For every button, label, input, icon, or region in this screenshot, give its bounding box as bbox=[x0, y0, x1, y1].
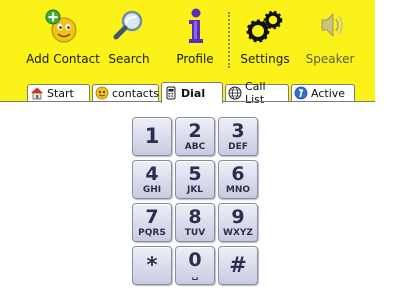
profile-button[interactable]: Profile bbox=[172, 6, 218, 76]
dial-key-2[interactable]: 2 ABC bbox=[175, 117, 215, 156]
search-button[interactable]: Search bbox=[106, 6, 152, 76]
tab-call-list-label: Call List bbox=[245, 80, 266, 106]
dial-key-digit: 0 bbox=[188, 249, 202, 271]
dial-key-digit: 9 bbox=[231, 206, 245, 228]
dial-key-digit: # bbox=[229, 253, 247, 277]
dial-key-4[interactable]: 4 GHI bbox=[132, 160, 172, 199]
tab-call-list[interactable]: Call List bbox=[225, 80, 289, 106]
dial-key-star[interactable]: * bbox=[132, 246, 172, 285]
dial-key-5[interactable]: 5 JKL bbox=[175, 160, 215, 199]
dial-pad: 1 2 ABC 3 DEF 4 GHI 5 JKL 6 MNO 7 PQRS 8 bbox=[130, 117, 262, 285]
speaker-icon bbox=[310, 6, 350, 46]
dial-key-digit: 7 bbox=[145, 206, 159, 228]
window-margin bbox=[375, 0, 400, 290]
active-call-icon bbox=[294, 86, 308, 100]
search-label: Search bbox=[108, 52, 150, 66]
dial-key-digit: 2 bbox=[188, 120, 202, 142]
dial-key-digit: * bbox=[146, 253, 158, 277]
settings-label: Settings bbox=[240, 52, 290, 66]
space-icon: ␣ bbox=[191, 271, 199, 281]
dial-key-3[interactable]: 3 DEF bbox=[218, 117, 258, 156]
dial-key-letters: GHI bbox=[142, 185, 162, 195]
tab-start-label: Start bbox=[47, 86, 74, 100]
dial-key-letters: DEF bbox=[228, 142, 248, 152]
dial-key-letters: WXYZ bbox=[223, 228, 253, 238]
search-magnifier-icon bbox=[109, 6, 149, 46]
tab-start[interactable]: Start bbox=[27, 84, 90, 101]
tab-contacts-label: contacts bbox=[112, 86, 159, 100]
dial-key-hash[interactable]: # bbox=[218, 246, 258, 285]
dial-key-letters: PQRS bbox=[138, 228, 166, 238]
tab-dial-label: Dial bbox=[181, 86, 206, 100]
globe-icon bbox=[228, 86, 242, 100]
add-contact-button[interactable]: Add Contact bbox=[26, 6, 100, 76]
info-icon bbox=[175, 6, 215, 46]
settings-button[interactable]: Settings bbox=[240, 6, 290, 76]
contacts-smiley-icon bbox=[95, 86, 109, 100]
dial-key-9[interactable]: 9 WXYZ bbox=[218, 203, 258, 242]
dial-key-letters: ABC bbox=[184, 142, 206, 152]
tab-strip: Start contacts Dial Call List Active bbox=[0, 80, 375, 106]
home-icon bbox=[30, 86, 44, 100]
dial-key-1[interactable]: 1 bbox=[132, 117, 172, 156]
tab-active[interactable]: Active bbox=[291, 84, 355, 101]
speaker-button[interactable]: Speaker bbox=[304, 6, 356, 76]
app-window: Add Contact Search Profile Settings Spea… bbox=[0, 0, 375, 290]
add-contact-label: Add Contact bbox=[26, 52, 100, 66]
dial-key-digit: 5 bbox=[188, 163, 202, 185]
profile-label: Profile bbox=[176, 52, 214, 66]
tab-dial[interactable]: Dial bbox=[161, 82, 223, 103]
dial-key-digit: 1 bbox=[144, 124, 160, 148]
dial-key-letters: JKL bbox=[186, 185, 204, 195]
dial-key-digit: 3 bbox=[231, 120, 245, 142]
speaker-label: Speaker bbox=[305, 52, 355, 66]
dial-key-0[interactable]: 0 ␣ bbox=[175, 246, 215, 285]
gears-icon bbox=[245, 6, 285, 46]
dial-key-8[interactable]: 8 TUV bbox=[175, 203, 215, 242]
dial-key-digit: 8 bbox=[188, 206, 202, 228]
add-contact-smiley-icon bbox=[43, 6, 83, 46]
dial-key-digit: 6 bbox=[231, 163, 245, 185]
phone-keypad-icon bbox=[164, 86, 178, 100]
dial-key-7[interactable]: 7 PQRS bbox=[132, 203, 172, 242]
toolbar: Add Contact Search Profile Settings Spea… bbox=[0, 0, 375, 82]
dial-key-letters: TUV bbox=[184, 228, 206, 238]
tab-contacts[interactable]: contacts bbox=[92, 84, 159, 101]
dial-key-letters: MNO bbox=[225, 185, 251, 195]
dial-key-digit: 4 bbox=[145, 163, 159, 185]
toolbar-separator bbox=[228, 12, 230, 68]
dial-key-6[interactable]: 6 MNO bbox=[218, 160, 258, 199]
tab-active-label: Active bbox=[311, 86, 346, 100]
